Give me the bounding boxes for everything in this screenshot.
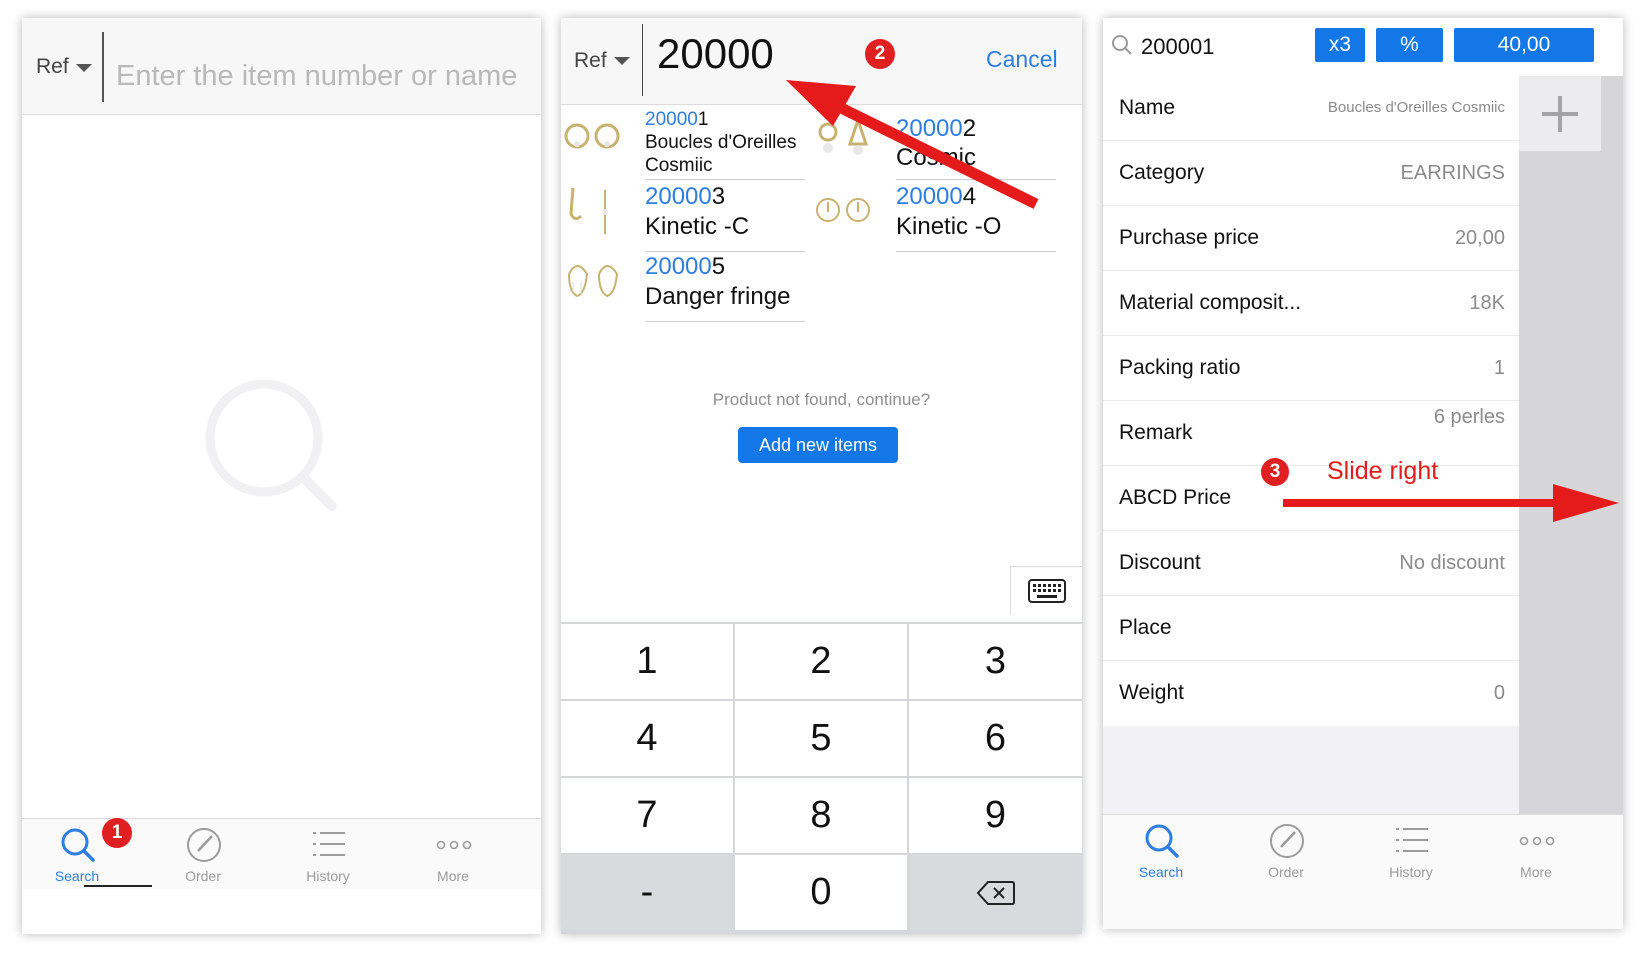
tab-label: More xyxy=(1520,864,1552,880)
detail-row-category[interactable]: Category EARRINGS xyxy=(1103,141,1519,206)
tab-label: History xyxy=(1389,864,1433,880)
detail-label: ABCD Price xyxy=(1119,486,1232,509)
detail-label: Purchase price xyxy=(1119,226,1260,249)
search-input[interactable] xyxy=(116,56,521,96)
key-0[interactable]: 0 xyxy=(735,855,907,930)
active-tab-indicator xyxy=(84,885,152,887)
detail-value: 1 xyxy=(1493,357,1505,379)
add-new-items-button[interactable]: Add new items xyxy=(738,427,898,463)
more-icon xyxy=(436,840,472,850)
detail-label: Name xyxy=(1119,96,1176,119)
percent-button[interactable]: % xyxy=(1376,28,1443,62)
earring-thumbnail-icon xyxy=(568,265,619,298)
detail-value: 6 perles xyxy=(1433,406,1505,428)
tab-more[interactable]: More xyxy=(388,819,518,889)
side-panel xyxy=(1519,76,1623,814)
tab-order[interactable]: Order xyxy=(1221,815,1351,885)
empty-search-icon xyxy=(205,379,337,511)
tab-label: Search xyxy=(54,868,100,884)
detail-row-remark[interactable]: Remark 6 perles xyxy=(1103,401,1519,466)
annotation-arrow-icon xyxy=(1283,484,1619,522)
key-8[interactable]: 8 xyxy=(735,778,907,853)
detail-value: No discount xyxy=(1399,552,1505,574)
backspace-icon xyxy=(976,881,1015,905)
key-6[interactable]: 6 xyxy=(909,701,1082,776)
search-results-screen: Ref 20000 Cancel 200001 Boucles d'Oreill… xyxy=(561,18,1082,934)
divider xyxy=(645,321,805,322)
key-2[interactable]: 2 xyxy=(735,624,907,699)
detail-row-material[interactable]: Material composit... 18K xyxy=(1103,271,1519,336)
detail-row-weight[interactable]: Weight 0 xyxy=(1103,661,1519,726)
key-3[interactable]: 3 xyxy=(909,624,1082,699)
search-icon xyxy=(1145,824,1179,858)
keyboard-icon xyxy=(1028,579,1066,603)
detail-row-purchase-price[interactable]: Purchase price 20,00 xyxy=(1103,206,1519,271)
more-icon xyxy=(1519,836,1555,846)
detail-row-name[interactable]: Name Boucles d'Oreilles Cosmiic xyxy=(1103,76,1519,141)
plus-icon xyxy=(1542,96,1578,132)
not-found-message: Product not found, continue? xyxy=(712,390,931,409)
tab-bar: Search Order History More xyxy=(1103,814,1623,929)
pencil-icon xyxy=(187,828,221,862)
quantity-button[interactable]: x3 xyxy=(1315,28,1365,62)
key-7[interactable]: 7 xyxy=(561,778,733,853)
search-icon xyxy=(61,828,95,862)
detail-label: Remark xyxy=(1119,421,1193,444)
tab-more[interactable]: More xyxy=(1471,815,1601,885)
price-button[interactable]: 40,00 xyxy=(1454,28,1594,62)
tab-order[interactable]: Order xyxy=(138,819,268,889)
detail-value: 0 xyxy=(1493,682,1505,704)
list-icon xyxy=(1396,828,1428,852)
detail-value: 18K xyxy=(1469,292,1505,314)
product-ref-suffix: 5 xyxy=(711,253,726,280)
pencil-icon xyxy=(1270,824,1304,858)
tab-history[interactable]: History xyxy=(1346,815,1476,885)
tab-search[interactable]: Search xyxy=(1103,815,1226,885)
list-icon xyxy=(313,832,345,856)
detail-row-packing-ratio[interactable]: Packing ratio 1 xyxy=(1103,336,1519,401)
product-ref-prefix: 20000 xyxy=(645,253,712,280)
detail-label: Discount xyxy=(1119,551,1201,574)
product-result[interactable]: 200005 Danger fringe xyxy=(563,250,808,322)
product-name: Danger fringe xyxy=(645,283,791,310)
detail-label: Material composit... xyxy=(1119,291,1302,314)
key-4[interactable]: 4 xyxy=(561,701,733,776)
detail-value: EARRINGS xyxy=(1400,162,1505,184)
detail-label: Packing ratio xyxy=(1119,356,1241,379)
detail-label: Place xyxy=(1119,616,1172,639)
tab-label: Order xyxy=(1268,864,1304,880)
tab-label: Order xyxy=(185,868,221,884)
step-badge-1: 1 xyxy=(102,818,132,848)
tab-label: History xyxy=(306,868,350,884)
search-screen-empty: Ref Search Order xyxy=(22,18,541,934)
key-1[interactable]: 1 xyxy=(561,624,733,699)
add-button[interactable] xyxy=(1519,76,1601,151)
divider xyxy=(102,32,104,102)
numeric-keypad: 1 2 3 4 5 6 7 8 9 - 0 xyxy=(561,622,1082,934)
detail-row-discount[interactable]: Discount No discount xyxy=(1103,531,1519,596)
divider xyxy=(896,251,1056,252)
product-detail-screen: 200001 x3 % 40,00 Name Boucles d'Oreille… xyxy=(1103,18,1623,929)
detail-row-place[interactable]: Place xyxy=(1103,596,1519,661)
detail-label: Weight xyxy=(1119,681,1184,704)
detail-value: Boucles d'Oreilles Cosmiic xyxy=(1327,99,1505,116)
detail-label: Category xyxy=(1119,161,1205,184)
key-5[interactable]: 5 xyxy=(735,701,907,776)
detail-header: 200001 x3 % 40,00 xyxy=(1103,18,1623,76)
backspace-key[interactable] xyxy=(909,855,1082,930)
tab-history[interactable]: History xyxy=(263,819,393,889)
search-input[interactable]: 200001 xyxy=(1141,34,1214,60)
search-icon xyxy=(1112,35,1132,55)
tab-bar: Search Order History More xyxy=(22,818,541,889)
chevron-down-icon[interactable] xyxy=(76,64,92,72)
annotation-arrow-icon xyxy=(786,80,1039,209)
keyboard-toggle-button[interactable] xyxy=(1010,566,1082,615)
key-9[interactable]: 9 xyxy=(909,778,1082,853)
detail-value: 20,00 xyxy=(1454,227,1505,249)
tab-label: Search xyxy=(1138,864,1184,880)
key-minus[interactable]: - xyxy=(561,855,733,930)
ref-selector-label[interactable]: Ref xyxy=(36,55,69,79)
search-header: Ref xyxy=(22,18,541,115)
tab-label: More xyxy=(437,868,469,884)
